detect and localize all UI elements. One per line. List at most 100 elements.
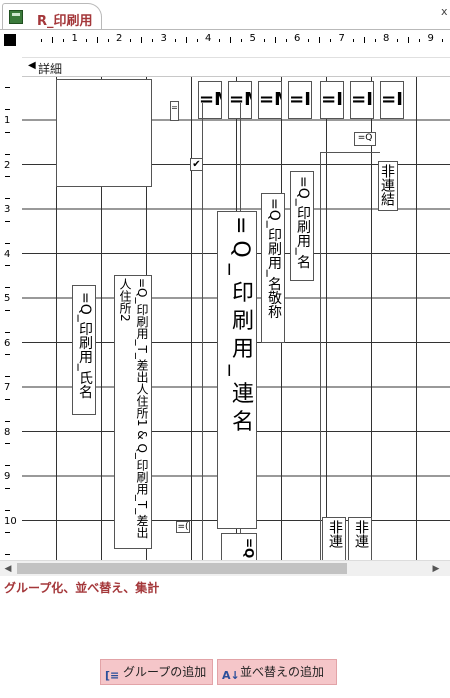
ruler-number: 3 xyxy=(160,33,167,44)
ruler-tick xyxy=(41,39,43,42)
ruler-tick xyxy=(5,532,10,533)
close-tab-icon[interactable]: x xyxy=(441,5,448,18)
ruler-tick xyxy=(419,39,421,42)
ruler-tick xyxy=(374,39,376,42)
ruler-tick xyxy=(5,109,10,110)
textbox-top-7[interactable]: =I xyxy=(380,81,404,119)
ruler-tick xyxy=(441,39,443,42)
name-field[interactable]: =Q_印刷用_名 xyxy=(290,171,314,281)
line[interactable] xyxy=(320,152,380,153)
ruler-number: 2 xyxy=(116,33,123,44)
ruler-number: 10 xyxy=(4,515,17,527)
ruler-tick xyxy=(5,398,10,400)
document-tab-bar: R_印刷用 x xyxy=(0,0,450,30)
ruler-number: 5 xyxy=(4,293,11,304)
ruler-tick xyxy=(5,331,10,333)
ruler-number: 9 xyxy=(427,33,434,44)
ruler-tick xyxy=(5,131,10,133)
add-sort-label: 並べ替えの追加 xyxy=(240,665,325,679)
textbox-top-3[interactable]: =M xyxy=(258,81,282,119)
bottom-small-textbox[interactable]: =( xyxy=(176,521,190,533)
bottom-unbound-2[interactable]: 非連 xyxy=(348,517,372,560)
report-design-grid[interactable]: = =M =M =M =I =I =I =I =Q ✔ 非連結 =Q_印刷用_名… xyxy=(22,77,450,560)
joint-name-field[interactable]: =Q_印刷用_連名 xyxy=(217,211,257,529)
small-q-textbox[interactable]: =Q xyxy=(354,132,376,146)
ruler-number: 4 xyxy=(4,248,11,260)
ruler-number: 6 xyxy=(4,337,11,349)
ruler-tick xyxy=(5,465,10,466)
scroll-right-icon[interactable]: ▶ xyxy=(428,561,444,577)
report-icon xyxy=(9,10,23,24)
scroll-thumb[interactable] xyxy=(17,563,347,574)
ruler-tick xyxy=(285,39,287,42)
textbox-top-4[interactable]: =I xyxy=(288,81,312,119)
ruler-tick xyxy=(141,37,143,43)
line[interactable] xyxy=(202,103,203,560)
vertical-ruler[interactable]: 1 2 3 4 5 6 7 8 9 10 xyxy=(0,76,22,560)
ruler-tick xyxy=(330,39,332,42)
group-sort-pane-title: グループ化、並べ替え、集計 xyxy=(4,581,160,595)
sender-address-field[interactable]: =Q_印刷用_T_差出人住所1 & Q_印刷用_T_差出人住所2 xyxy=(114,275,152,549)
ruler-number: 9 xyxy=(4,471,11,482)
ruler-number: 6 xyxy=(294,33,301,44)
ruler-number: 4 xyxy=(205,33,212,44)
scroll-left-icon[interactable]: ◀ xyxy=(0,561,16,577)
report-tab-label: R_印刷用 xyxy=(37,14,93,29)
bottom-unbound-1[interactable]: 非連 xyxy=(322,517,346,560)
group-icon: [≡ xyxy=(105,669,120,682)
ruler-tick xyxy=(5,242,10,244)
image-control[interactable] xyxy=(56,79,152,187)
ruler-tick xyxy=(130,39,132,42)
ruler-tick xyxy=(5,287,10,288)
add-sort-button[interactable]: A↓ 並べ替えの追加 xyxy=(217,659,337,685)
ruler-tick xyxy=(85,39,87,42)
ruler-tick xyxy=(5,376,10,377)
sort-icon: A↓ xyxy=(222,669,240,682)
ruler-tick xyxy=(230,37,232,43)
ruler-number: 7 xyxy=(4,382,11,393)
add-group-label: グループの追加 xyxy=(123,665,207,679)
ruler-tick xyxy=(5,87,10,88)
honorific-field[interactable]: =Q_印刷用_名敬称 xyxy=(261,193,285,343)
small-textbox[interactable]: = xyxy=(170,101,179,121)
ruler-tick xyxy=(52,37,54,43)
section-arrow-icon: ◀ xyxy=(28,60,36,71)
line[interactable] xyxy=(320,152,321,560)
ruler-number: 1 xyxy=(4,115,11,126)
ruler-tick xyxy=(263,39,265,42)
ruler-tick xyxy=(5,220,10,222)
ruler-tick xyxy=(5,265,10,266)
ruler-tick xyxy=(241,39,243,42)
ruler-tick xyxy=(185,37,187,43)
ruler-tick xyxy=(5,443,10,444)
ruler-tick xyxy=(397,39,399,42)
ruler-tick xyxy=(63,39,65,42)
textbox-top-6[interactable]: =I xyxy=(350,81,374,119)
ruler-tick xyxy=(408,37,410,43)
add-group-button[interactable]: [≡ グループの追加 xyxy=(100,659,213,685)
ruler-tick xyxy=(152,39,154,42)
unbound-label[interactable]: 非連結 xyxy=(378,161,398,211)
ruler-tick xyxy=(5,487,10,489)
full-name-field[interactable]: =Q_印刷用_氏名 xyxy=(72,285,96,415)
ruler-tick xyxy=(363,37,365,43)
textbox-top-5[interactable]: =I xyxy=(320,81,344,119)
ruler-number: 8 xyxy=(4,426,11,438)
detail-section-bar[interactable]: ◀ 詳細 xyxy=(22,57,450,77)
bottom-textbox[interactable]: =Q xyxy=(221,533,257,560)
report-tab[interactable]: R_印刷用 xyxy=(2,3,102,30)
report-selector-box[interactable] xyxy=(4,34,16,46)
ruler-tick xyxy=(5,198,10,199)
horizontal-scrollbar[interactable]: ◀ ▶ xyxy=(0,560,450,576)
ruler-tick xyxy=(5,153,10,155)
ruler-tick xyxy=(5,509,10,511)
ruler-tick xyxy=(196,39,198,42)
ruler-tick xyxy=(352,39,354,42)
horizontal-ruler[interactable]: 1 2 3 4 5 6 7 8 9 xyxy=(24,30,450,50)
ruler-number: 2 xyxy=(4,159,11,171)
ruler-tick xyxy=(308,39,310,42)
ruler-tick xyxy=(319,37,321,43)
ruler-tick xyxy=(174,39,176,42)
ruler-tick xyxy=(5,176,10,177)
ruler-tick xyxy=(5,354,10,355)
